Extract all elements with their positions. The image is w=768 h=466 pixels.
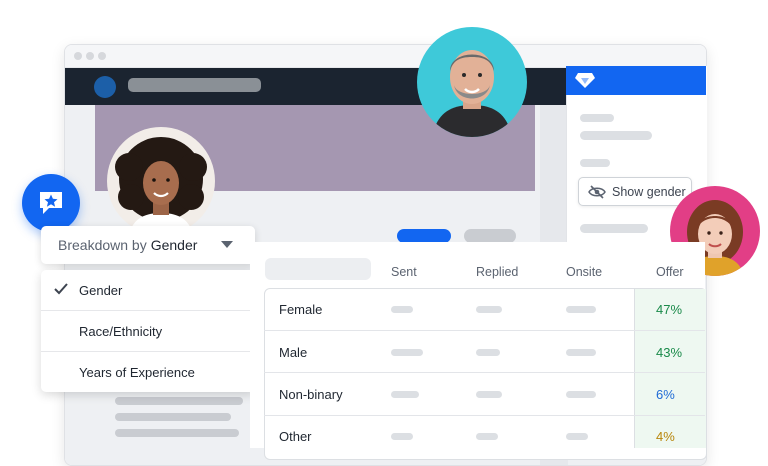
placeholder-line (580, 159, 610, 167)
onsite-placeholder (566, 433, 588, 440)
chevron-down-icon (221, 241, 233, 248)
window-dot[interactable] (74, 52, 82, 60)
offer-value: 4% (656, 429, 675, 444)
primary-action-button[interactable] (397, 229, 451, 243)
window-dot[interactable] (98, 52, 106, 60)
replied-placeholder (476, 433, 498, 440)
side-panel-header (566, 66, 706, 95)
menu-item-label: Years of Experience (79, 364, 195, 380)
show-gender-label: Show gender (612, 184, 686, 199)
column-header-offer: Offer (656, 265, 684, 279)
sent-placeholder (391, 306, 413, 313)
replied-placeholder (476, 349, 500, 356)
menu-item-race-ethnicity[interactable]: Race/Ethnicity (41, 311, 255, 351)
replied-placeholder (476, 391, 502, 398)
window-dot[interactable] (86, 52, 94, 60)
column-header-sent: Sent (391, 265, 417, 279)
row-label-other: Other (279, 429, 312, 444)
sent-placeholder (391, 433, 413, 440)
sent-placeholder (391, 349, 423, 356)
row-label-non-binary: Non-binary (279, 387, 343, 402)
menu-item-years-of-experience[interactable]: Years of Experience (41, 352, 255, 392)
menu-item-label: Gender (79, 282, 123, 298)
placeholder-line (580, 131, 652, 140)
browser-chrome (65, 45, 706, 68)
onsite-placeholder (566, 349, 596, 356)
replied-placeholder (476, 306, 502, 313)
secondary-action-button[interactable] (464, 229, 516, 243)
chat-badge[interactable] (22, 174, 80, 232)
app-logo (94, 76, 116, 98)
eye-off-icon (588, 184, 606, 199)
offer-value: 47% (656, 302, 683, 317)
row-divider (264, 330, 705, 331)
placeholder-line (580, 114, 614, 122)
breakdown-prefix: Breakdown by (58, 237, 147, 253)
show-gender-toggle[interactable]: Show gender (578, 177, 692, 206)
breakdown-menu: Gender Race/Ethnicity Years of Experienc… (41, 270, 255, 392)
placeholder-line (580, 224, 648, 233)
menu-item-label: Race/Ethnicity (79, 323, 163, 339)
menu-item-gender[interactable]: Gender (41, 270, 255, 310)
row-label-female: Female (279, 302, 323, 317)
placeholder-line (115, 413, 231, 421)
row-divider (264, 372, 705, 373)
placeholder-line (115, 397, 243, 405)
diamond-icon (575, 73, 595, 88)
avatar-man (417, 27, 527, 137)
placeholder-line (115, 429, 239, 437)
sent-placeholder (391, 391, 419, 398)
check-icon (54, 283, 68, 295)
offer-value: 43% (656, 345, 683, 360)
avatar-woman-curly (107, 127, 215, 235)
onsite-placeholder (566, 306, 596, 313)
breakdown-selected-value: Gender (150, 237, 198, 253)
row-divider (264, 415, 705, 416)
breakdown-dropdown[interactable]: Breakdown by Gender (41, 226, 255, 264)
offer-value: 6% (656, 387, 675, 402)
onsite-placeholder (566, 391, 596, 398)
chat-star-icon (40, 192, 62, 214)
app-title-placeholder (128, 78, 261, 92)
row-label-male: Male (279, 345, 308, 360)
column-header-replied: Replied (476, 265, 519, 279)
column-header-onsite: Onsite (566, 265, 603, 279)
header-placeholder (265, 258, 371, 280)
